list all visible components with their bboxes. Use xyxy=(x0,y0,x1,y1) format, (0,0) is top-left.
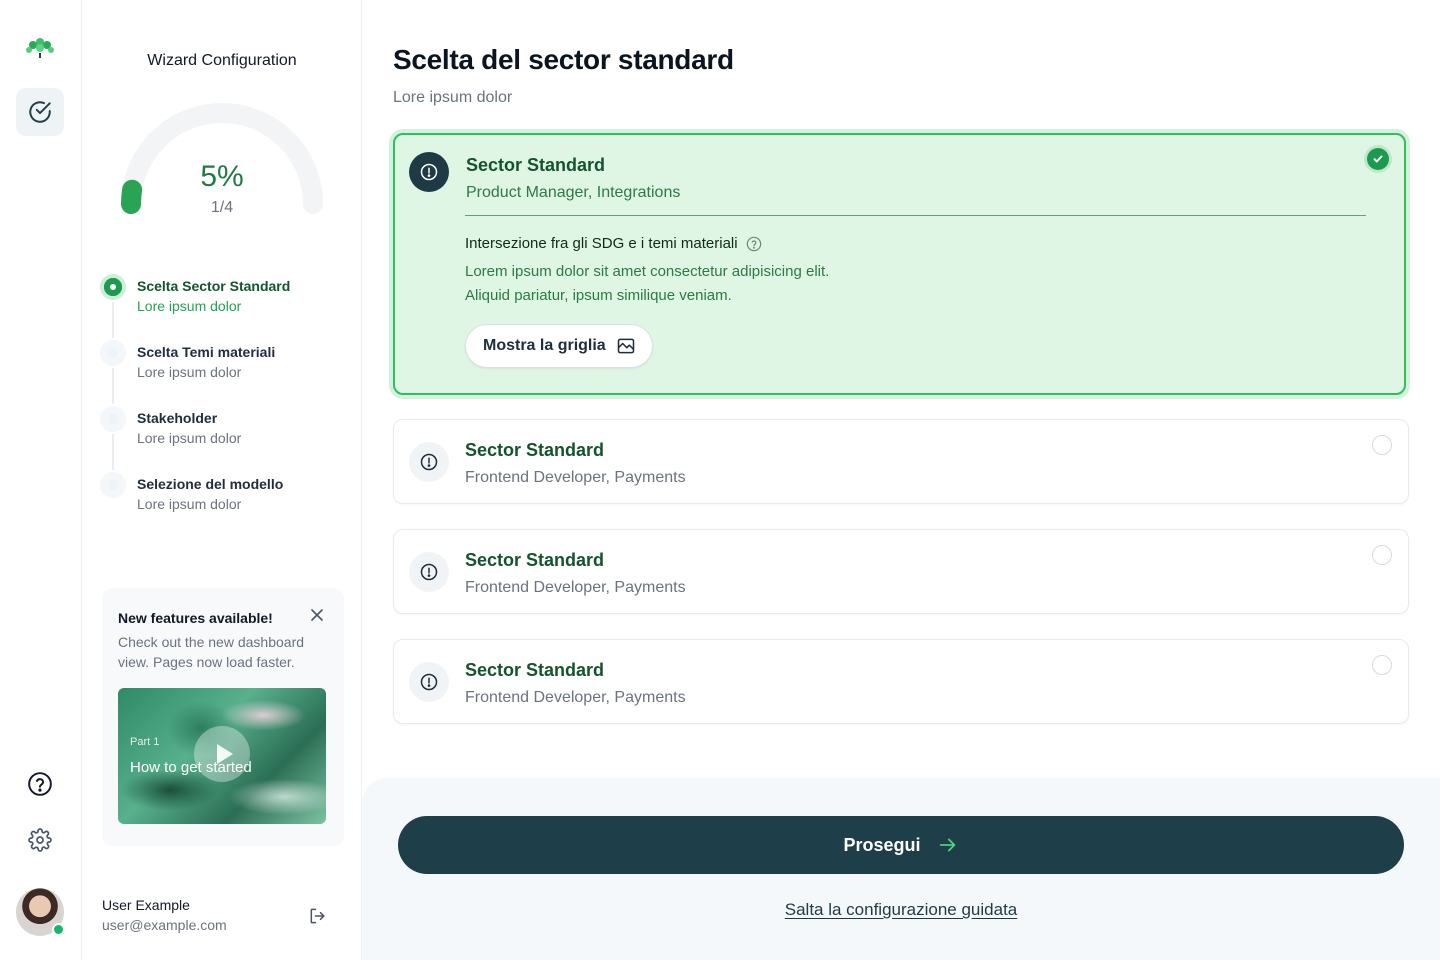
option-radio[interactable] xyxy=(1372,545,1392,565)
step-connector xyxy=(112,302,114,338)
step-subtitle: Lore ipsum dolor xyxy=(137,364,242,380)
step-connector xyxy=(112,368,114,404)
step-indicator xyxy=(100,472,126,498)
nav-wizard-button[interactable] xyxy=(16,88,64,136)
step-subtitle: Lore ipsum dolor xyxy=(137,430,242,446)
close-icon[interactable] xyxy=(308,606,326,624)
skip-wizard-link-wrap: Salta la configurazione guidata xyxy=(362,900,1440,920)
show-grid-label: Mostra la griglia xyxy=(483,337,606,354)
feature-body: Check out the new dashboard view. Pages … xyxy=(118,634,305,670)
option-radio[interactable] xyxy=(1372,655,1392,675)
step-title: Stakeholder xyxy=(137,410,218,426)
settings-button[interactable] xyxy=(16,816,64,864)
option-card-selected[interactable]: Sector Standard Product Manager, Integra… xyxy=(393,133,1406,395)
option-subtitle: Frontend Developer, Payments xyxy=(465,689,686,706)
play-icon[interactable] xyxy=(194,726,250,782)
option-subtitle: Frontend Developer, Payments xyxy=(465,579,686,596)
feature-announcement-card: New features available! Check out the ne… xyxy=(102,588,344,846)
help-icon xyxy=(28,772,52,796)
option-divider xyxy=(465,215,1366,216)
icon-rail xyxy=(0,0,82,960)
option-card[interactable]: Sector Standard Frontend Developer, Paym… xyxy=(393,419,1409,504)
show-grid-button[interactable]: Mostra la griglia xyxy=(465,324,653,368)
skip-wizard-link[interactable]: Salta la configurazione guidata xyxy=(785,900,1018,919)
option-subtitle: Product Manager, Integrations xyxy=(466,184,681,201)
step-indicator xyxy=(100,340,126,366)
step-counter: 1/4 xyxy=(210,199,234,216)
option-detail-heading-text: Intersezione fra gli SDG e i temi materi… xyxy=(465,235,738,252)
help-button[interactable] xyxy=(16,760,64,808)
wizard-steps: Scelta Sector Standard Lore ipsum dolor … xyxy=(100,272,350,536)
step-title: Scelta Sector Standard xyxy=(137,278,291,294)
step-item[interactable]: Scelta Temi materiali Lore ipsum dolor xyxy=(100,338,350,404)
wizard-title: Wizard Configuration xyxy=(147,52,297,69)
option-detail-line: Aliquid pariatur, ipsum similique veniam… xyxy=(465,287,732,304)
alert-circle-icon xyxy=(409,662,449,702)
option-title: Sector Standard xyxy=(465,440,605,460)
alert-circle-icon xyxy=(409,552,449,592)
step-title: Scelta Temi materiali xyxy=(137,344,276,360)
user-name: User Example xyxy=(102,897,190,913)
continue-button[interactable]: Prosegui xyxy=(398,816,1404,874)
option-title: Sector Standard xyxy=(466,155,606,175)
image-icon xyxy=(617,338,634,354)
step-indicator xyxy=(100,406,126,432)
continue-label: Prosegui xyxy=(843,834,921,855)
user-email: user@example.com xyxy=(102,917,227,933)
logo-icon[interactable] xyxy=(24,34,56,60)
step-indicator-active xyxy=(100,274,126,300)
feature-title: New features available! xyxy=(118,610,273,626)
wizard-footer: Prosegui Salta la configurazione guidata xyxy=(362,778,1440,960)
check-circle-icon xyxy=(29,101,51,123)
page-subtitle: Lore ipsum dolor xyxy=(393,89,513,106)
progress-percent: 5% xyxy=(200,160,244,193)
video-part-label: Part 1 xyxy=(130,736,160,748)
alert-circle-icon xyxy=(409,152,449,192)
option-card[interactable]: Sector Standard Frontend Developer, Paym… xyxy=(393,639,1409,724)
help-icon[interactable] xyxy=(746,236,762,252)
arrow-right-icon xyxy=(939,838,955,852)
option-title: Sector Standard xyxy=(465,550,605,570)
step-item[interactable]: Stakeholder Lore ipsum dolor xyxy=(100,404,350,470)
option-detail-line: Lorem ipsum dolor sit amet consectetur a… xyxy=(465,263,830,280)
selected-check-icon[interactable] xyxy=(1367,148,1389,170)
step-item[interactable]: Scelta Sector Standard Lore ipsum dolor xyxy=(100,272,350,338)
step-title: Selezione del modello xyxy=(137,476,284,492)
gear-icon xyxy=(28,828,52,852)
option-card[interactable]: Sector Standard Frontend Developer, Paym… xyxy=(393,529,1409,614)
alert-circle-icon xyxy=(409,442,449,482)
option-subtitle: Frontend Developer, Payments xyxy=(465,469,686,486)
step-subtitle: Lore ipsum dolor xyxy=(137,298,242,314)
option-title: Sector Standard xyxy=(465,660,605,680)
option-detail-heading: Intersezione fra gli SDG e i temi materi… xyxy=(465,235,762,252)
step-item[interactable]: Selezione del modello Lore ipsum dolor xyxy=(100,470,350,536)
option-detail-text: Lorem ipsum dolor sit amet consectetur a… xyxy=(465,260,829,308)
step-connector xyxy=(112,434,114,470)
page-title: Scelta del sector standard xyxy=(393,44,734,75)
option-radio[interactable] xyxy=(1372,435,1392,455)
online-status-indicator xyxy=(52,923,65,936)
wizard-sidebar: Wizard Configuration 5% 1/4 Scelta Secto… xyxy=(82,0,362,960)
video-thumbnail[interactable]: Part 1 How to get started xyxy=(118,688,326,824)
logout-icon[interactable] xyxy=(308,906,328,926)
step-subtitle: Lore ipsum dolor xyxy=(137,496,242,512)
